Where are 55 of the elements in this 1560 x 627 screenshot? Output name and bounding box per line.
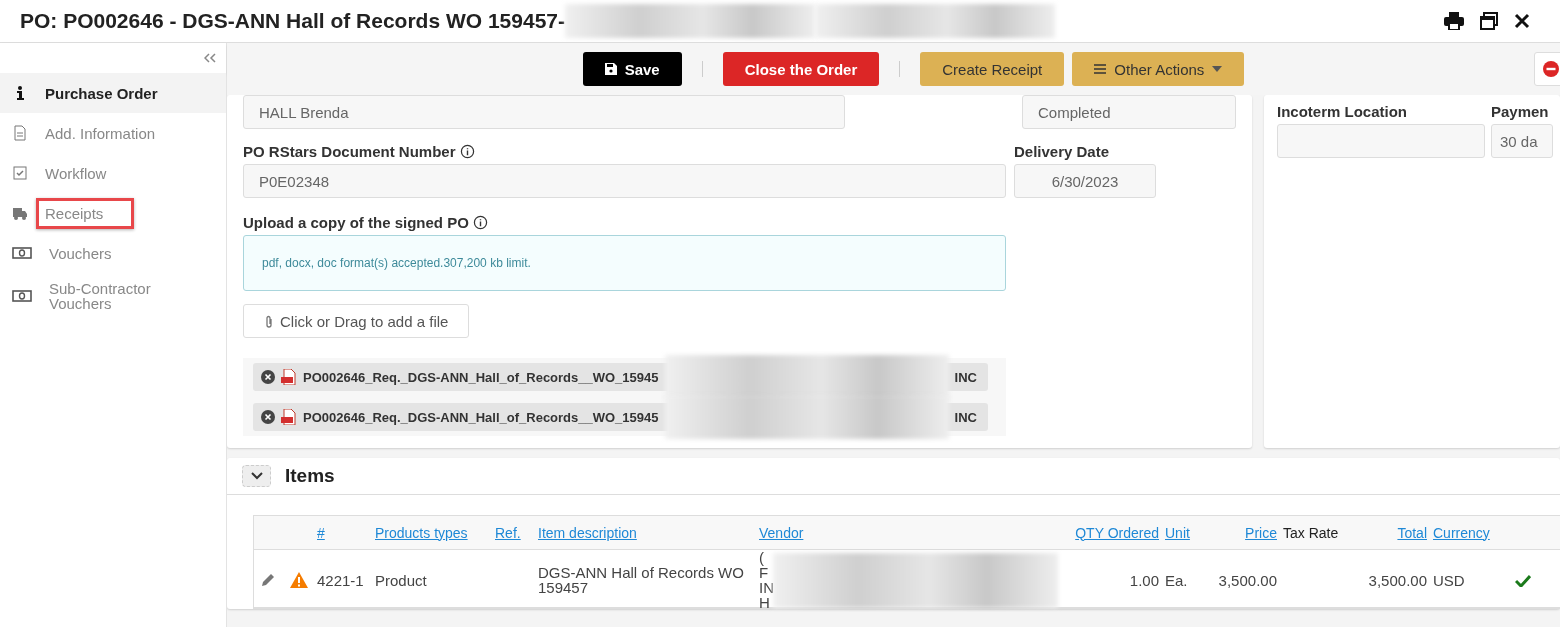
column-header[interactable]: Currency (1430, 524, 1505, 541)
date-field[interactable]: 6/30/2023 (1014, 164, 1156, 198)
upload-hint: pdf, docx, doc format(s) accepted.307,200 kb limit. (262, 256, 531, 270)
sidebar-item-label: Vouchers (48, 243, 113, 264)
text-field[interactable]: 30 da (1491, 124, 1553, 158)
column-header[interactable]: QTY Ordered (1060, 524, 1162, 541)
action-button[interactable]: Save (582, 52, 682, 86)
table-cell-text: DGS-ANN Hall of Records WO 159457 (537, 565, 745, 595)
column-header[interactable]: Vendor (756, 524, 1060, 541)
column-header[interactable]: Ref. (492, 524, 535, 541)
field-label: Incoterm Location (1277, 103, 1408, 120)
sidebar-item[interactable]: Add. Information (0, 113, 226, 153)
sidebar-item[interactable]: Sub-Contractor Vouchers (0, 273, 226, 319)
action-button[interactable]: Create Receipt (920, 52, 1065, 86)
sidebar-item[interactable]: Workflow (0, 153, 226, 193)
text-field[interactable]: Completed (1022, 95, 1236, 129)
sidebar-item[interactable]: Receipts (0, 193, 226, 233)
sidebar-item[interactable]: Purchase Order (0, 73, 226, 113)
menu-button[interactable]: Other Actions (1072, 52, 1245, 86)
text-field[interactable]: HALL Brenda (243, 95, 845, 129)
window-title: PO: PO002646 - DGS-ANN Hall of Records WO 159457- (20, 9, 565, 33)
sidebar-item-label: Workflow (44, 163, 108, 184)
action-button[interactable]: Close the Order (722, 52, 880, 86)
section-title: Items (285, 465, 335, 487)
column-header[interactable]: Unit (1162, 524, 1205, 541)
drop-zone[interactable]: pdf, docx, doc format(s) accepted.307,200 kb limit. (243, 235, 1006, 291)
file-name[interactable]: PO002646_Req._DGS-ANN_Hall_of_Records__WO_15945 (303, 409, 659, 425)
table-cell-text: 4221-1 (316, 572, 365, 588)
sidebar-item[interactable]: Vouchers (0, 233, 226, 273)
table-cell-text: Product (374, 572, 428, 588)
column-header: Tax Rate (1282, 524, 1340, 541)
file-name[interactable]: PO002646_Req._DGS-ANN_Hall_of_Records__WO_15945 (303, 369, 659, 385)
table-cell-text: USD (1432, 572, 1466, 588)
field-label: Paymen (1491, 103, 1550, 120)
file-name-suffix: INC (954, 369, 977, 385)
table-cell-text: 3,500.00 (1367, 572, 1428, 588)
sidebar-item-label: Add. Information (44, 123, 157, 144)
sidebar-item-label: Sub-Contractor Vouchers (48, 279, 152, 314)
file-name-suffix: INC (954, 409, 977, 425)
table-cell-text: 3,500.00 (1217, 572, 1278, 588)
column-header[interactable]: Products types (372, 524, 492, 541)
field-label: Delivery Date (1014, 143, 1111, 160)
sidebar-item-label: Receipts (36, 197, 134, 229)
table-cell: ( F IN H (759, 550, 773, 610)
column-header[interactable]: # (314, 524, 372, 541)
field-label: Upload a copy of the signed PO (243, 214, 469, 231)
column-header[interactable]: Price (1205, 524, 1280, 541)
column-header[interactable]: Item description (535, 524, 756, 541)
add-file-button[interactable]: Click or Drag to add a file (243, 304, 470, 338)
sidebar-item-label: Purchase Order (44, 83, 159, 104)
column-header[interactable]: Total (1350, 524, 1430, 541)
table-cell-text: 1.00 (1128, 572, 1160, 588)
table-cell-text: Ea. (1164, 572, 1189, 588)
text-field[interactable]: P0E02348 (243, 164, 1006, 198)
field-label: PO RStars Document Number (243, 143, 456, 160)
